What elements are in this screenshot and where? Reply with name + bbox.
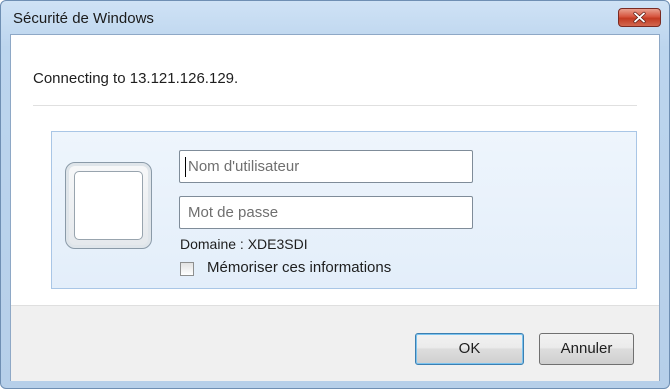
user-tile-icon [65,162,152,249]
text-caret [185,157,186,177]
dialog-body: Connecting to 13.121.126.129. Domaine : … [10,34,660,381]
divider [33,105,637,106]
button-bar: OK Annuler [11,305,659,381]
security-dialog: Sécurité de Windows Connecting to 13.121… [0,0,670,389]
close-button[interactable] [618,8,661,27]
ok-button[interactable]: OK [415,333,524,365]
username-input[interactable] [180,151,472,182]
domain-label: Domaine : XDE3SDI [180,236,308,252]
credential-tile[interactable]: Domaine : XDE3SDI Mémoriser ces informat… [51,131,637,289]
password-input[interactable] [180,197,472,228]
cancel-button[interactable]: Annuler [539,333,634,365]
window-title: Sécurité de Windows [13,10,154,27]
title-bar[interactable]: Sécurité de Windows [1,1,669,33]
remember-checkbox[interactable] [180,262,194,276]
username-field[interactable] [179,150,473,183]
connection-message: Connecting to 13.121.126.129. [33,70,239,87]
remember-label[interactable]: Mémoriser ces informations [207,259,391,276]
close-icon [633,11,646,24]
user-tile-frame [74,171,143,240]
password-field[interactable] [179,196,473,229]
